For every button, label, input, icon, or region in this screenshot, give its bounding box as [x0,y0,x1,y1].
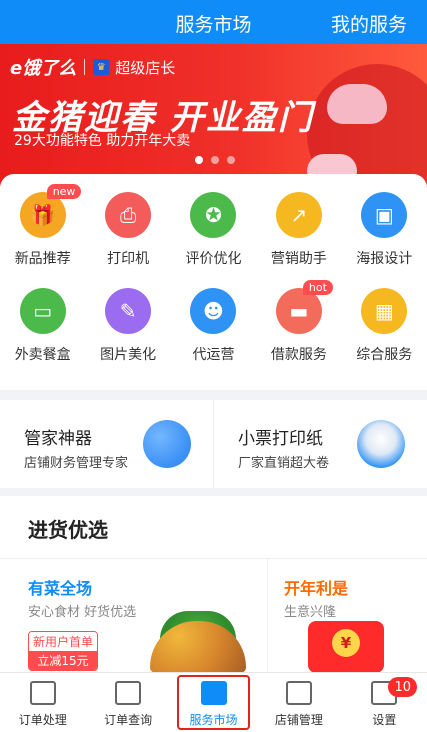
tab-settings[interactable]: 设置 10 [342,673,427,732]
banner-brand-row: e饿了么 ♛ 超级店长 [10,54,175,80]
red-envelope-image: ¥ [308,621,384,673]
tab-label: 店铺管理 [274,713,323,727]
service-label: 借款服务 [270,347,327,363]
chart-icon: ↗ [275,192,322,238]
service-item[interactable]: ✎ 图片美化 [85,288,170,364]
tab-label: 订单查询 [104,713,153,727]
card-title: 开年利是 [284,579,349,598]
service-badge: new [46,184,82,199]
banner-tagline: 29大功能特色 助力开年大卖 [14,133,191,149]
sourcing-card-red-packet[interactable]: 开年利是 生意兴隆 ¥ [268,559,427,673]
sourcing-columns: 有菜全场 安心食材 好货优选 新用户首单 立减15元 开年利是 生意兴隆 ¥ [0,558,427,673]
paper-roll-icon [357,420,405,468]
promo-subtitle: 厂家直销超大卷 [238,456,330,471]
service-item[interactable]: ☻ 代运营 [171,288,256,364]
notification-badge: 10 [388,677,418,697]
service-item[interactable]: ⎙ 打印机 [85,192,170,268]
sourcing-section: 进货优选 有菜全场 安心食材 好货优选 新用户首单 立减15元 开年利是 生意兴… [0,496,427,673]
tab-label: 订单处理 [18,713,67,727]
robot-icon: ☻ [190,288,237,334]
medal-icon: ✪ [190,192,237,238]
brand-divider [84,59,86,75]
service-item[interactable]: ▣ 海报设计 [342,192,427,268]
service-item[interactable]: ▭ 外卖餐盒 [0,288,85,364]
promo-subtitle: 店铺财务管理专家 [24,456,129,471]
carousel-dot[interactable] [195,156,203,164]
tab-list[interactable]: 订单查询 [85,673,170,732]
bag-icon [200,681,227,705]
app-header: 服务市场 我的服务 [0,0,427,44]
brand-logo: e饿了么 [10,58,77,79]
new-user-discount-tag: 新用户首单 立减15元 [28,631,98,671]
brush-icon: ✎ [105,288,152,334]
service-item[interactable]: ▦ 综合服务 [342,288,427,364]
service-badge: hot [302,280,333,295]
document-icon [29,681,56,705]
service-label: 新品推荐 [14,251,71,267]
service-item[interactable]: ↗ 营销助手 [256,192,341,268]
service-label: 外卖餐盒 [14,347,71,363]
service-label: 营销助手 [270,251,327,267]
box-icon: ▭ [19,288,66,334]
sourcing-card-groceries[interactable]: 有菜全场 安心食材 好货优选 新用户首单 立减15元 [0,559,268,673]
bottom-tab-bar: 订单处理 订单查询 服务市场 店铺管理 设置 10 [0,672,427,732]
service-item[interactable]: 🎁 new 新品推荐 [0,184,85,268]
promo-title: 小票打印纸 [238,429,323,449]
sub-brand: 超级店长 [115,58,176,77]
tab-label: 设置 [372,713,397,727]
image-icon: ▣ [361,192,408,238]
service-item[interactable]: ▬ hot 借款服务 [256,280,341,364]
tag-top: 新用户首单 [29,632,97,651]
printer-icon: ⎙ [105,192,152,238]
carousel-dot[interactable] [227,156,235,164]
crown-icon: ♛ [93,59,110,75]
list-icon [115,681,142,705]
card-subtitle: 生意兴隆 [284,605,337,620]
pig-illustration [327,84,387,124]
tab-store[interactable]: 店铺管理 [256,673,341,732]
service-label: 综合服务 [356,347,413,363]
service-label: 评价优化 [185,251,242,267]
tab-bag[interactable]: 服务市场 [171,673,256,732]
service-label: 打印机 [107,251,150,267]
coin-icon: ¥ [332,629,360,657]
service-grid: 🎁 new 新品推荐 ⎙ 打印机 ✪ 评价优化 ↗ 营销助手 ▣ 海报设计 ▭ 外卖餐盒 ✎ 图片美化 ☻ 代运… [0,184,427,364]
service-label: 图片美化 [100,347,157,363]
card-subtitle: 安心食材 好货优选 [28,605,137,620]
carousel-indicator [195,156,235,164]
tag-bottom: 立减15元 [29,651,97,670]
tab-label: 服务市场 [189,713,238,727]
promo-title: 管家神器 [24,429,92,449]
service-label: 海报设计 [356,251,413,267]
service-item[interactable]: ✪ 评价优化 [171,192,256,268]
apps-icon: ▦ [361,288,408,334]
section-title: 进货优选 [28,518,108,542]
promo-row: 管家神器 店铺财务管理专家 小票打印纸 厂家直销超大卷 [0,400,427,488]
service-grid-card: 🎁 new 新品推荐 ⎙ 打印机 ✪ 评价优化 ↗ 营销助手 ▣ 海报设计 ▭ 外卖餐盒 ✎ 图片美化 ☻ 代运… [0,174,427,390]
store-icon [285,681,312,705]
carousel-dot[interactable] [211,156,219,164]
card-title: 有菜全场 [28,579,93,598]
service-label: 代运营 [192,347,235,363]
promo-card-paper[interactable]: 小票打印纸 厂家直销超大卷 [214,400,427,488]
promo-card-ledger[interactable]: 管家神器 店铺财务管理专家 [0,400,214,488]
ledger-icon [143,420,191,468]
my-services-link[interactable]: 我的服务 [331,10,407,37]
tab-document[interactable]: 订单处理 [0,673,85,732]
